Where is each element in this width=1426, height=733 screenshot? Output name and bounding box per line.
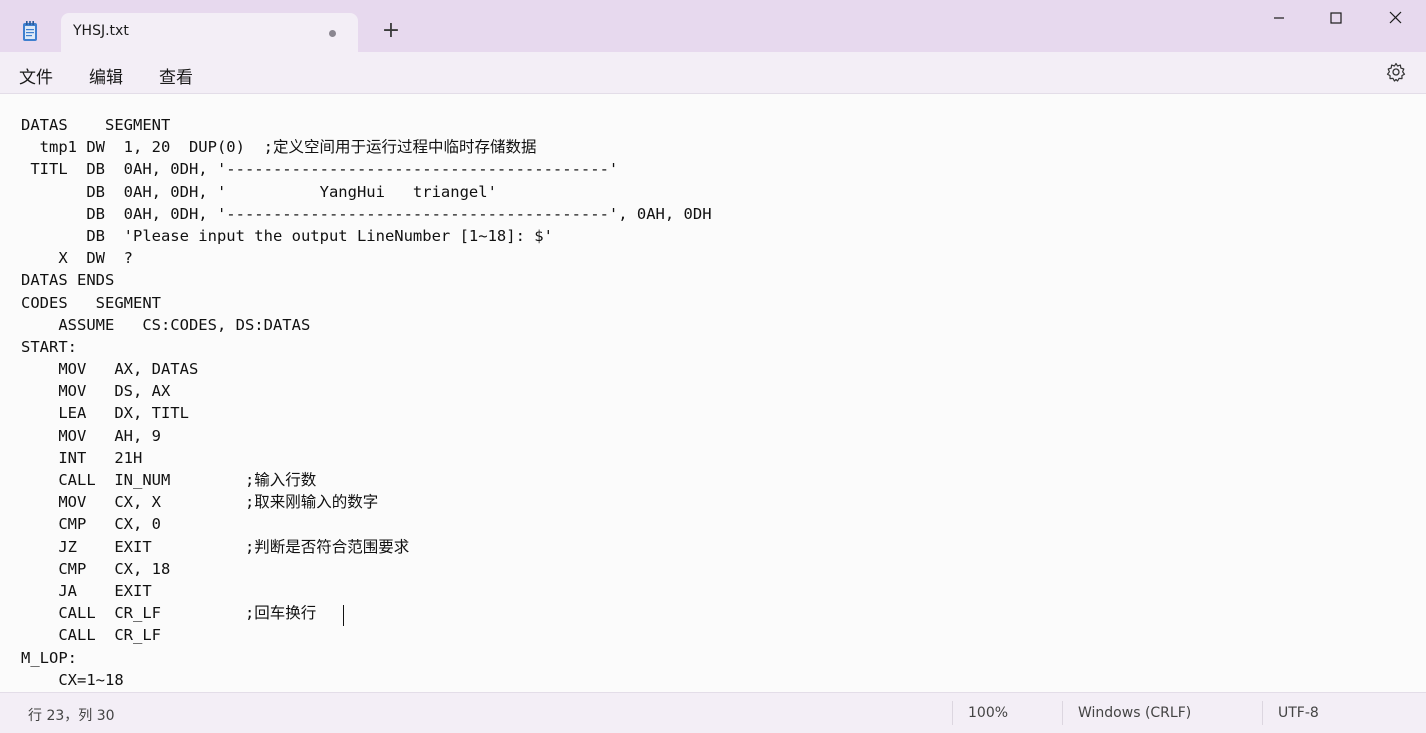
menu-bar: 文件 编辑 查看 <box>0 52 1426 94</box>
close-icon <box>1389 11 1401 24</box>
tab-yhsj[interactable]: YHSJ.txt <box>61 13 358 52</box>
code-line: CX=1~18 <box>21 670 124 689</box>
cursor-position: 行 23，列 30 <box>28 708 115 724</box>
notepad-app-icon <box>23 21 37 41</box>
code-text: DATAS SEGMENT tmp1 DW 1, 20 DUP(0) ;定义空间… <box>21 114 712 691</box>
status-divider <box>1262 701 1263 725</box>
menu-edit[interactable]: 编辑 <box>89 63 123 88</box>
minimize-button[interactable] <box>1259 6 1299 32</box>
code-line: X DW ? <box>21 249 133 268</box>
code-line: M_LOP: <box>21 648 77 667</box>
code-line: DB 0AH, 0DH, ' YangHui triangel' <box>21 182 497 201</box>
code-line: DB 'Please input the output LineNumber [… <box>21 226 553 245</box>
code-line: JZ EXIT ;判断是否符合范围要求 <box>21 537 410 556</box>
zoom-level[interactable]: 100% <box>968 705 1008 721</box>
code-line: MOV AX, DATAS <box>21 360 199 379</box>
code-line: CMP CX, 18 <box>21 559 171 578</box>
unsaved-indicator-icon[interactable] <box>329 30 336 37</box>
text-editor[interactable]: DATAS SEGMENT tmp1 DW 1, 20 DUP(0) ;定义空间… <box>0 94 1426 692</box>
menu-file[interactable]: 文件 <box>19 63 53 88</box>
code-line: CALL CR_LF ;回车换行 <box>21 604 317 623</box>
settings-gear-icon[interactable] <box>1386 62 1406 82</box>
status-bar: 行 23，列 30 100% Windows (CRLF) UTF-8 <box>0 692 1426 733</box>
code-line: DB 0AH, 0DH, '--------------------------… <box>21 204 712 223</box>
maximize-icon <box>1330 12 1342 24</box>
maximize-button[interactable] <box>1316 6 1356 32</box>
minimize-icon <box>1274 17 1284 19</box>
notepad-window: YHSJ.txt + 文件 编辑 查看 DATAS SEGMENT tmp1 D… <box>0 0 1426 733</box>
menu-view[interactable]: 查看 <box>159 63 193 88</box>
code-line: CALL CR_LF <box>21 626 161 645</box>
title-bar: YHSJ.txt + <box>0 0 1426 52</box>
tab-title: YHSJ.txt <box>73 23 129 39</box>
code-line: START: <box>21 337 77 356</box>
code-line: LEA DX, TITL <box>21 404 189 423</box>
code-line: ASSUME CS:CODES, DS:DATAS <box>21 315 311 334</box>
encoding[interactable]: UTF-8 <box>1278 705 1319 721</box>
code-line: TITL DB 0AH, 0DH, '---------------------… <box>21 160 619 179</box>
code-line: MOV AH, 9 <box>21 426 161 445</box>
line-ending[interactable]: Windows (CRLF) <box>1078 705 1191 721</box>
code-line: MOV CX, X ;取来刚输入的数字 <box>21 493 379 512</box>
code-line: MOV DS, AX <box>21 382 171 401</box>
code-line: tmp1 DW 1, 20 DUP(0) ;定义空间用于运行过程中临时存储数据 <box>21 138 537 157</box>
code-line: CMP CX, 0 <box>21 515 161 534</box>
close-button[interactable] <box>1375 6 1415 32</box>
text-caret <box>343 605 344 626</box>
code-line: JA EXIT <box>21 581 152 600</box>
status-divider <box>1062 701 1063 725</box>
code-line: INT 21H <box>21 448 143 467</box>
status-divider <box>952 701 953 725</box>
code-line: DATAS ENDS <box>21 271 115 290</box>
code-line: DATAS SEGMENT <box>21 116 171 134</box>
code-line: CODES SEGMENT <box>21 293 161 312</box>
new-tab-button[interactable]: + <box>379 20 403 44</box>
code-line: CALL IN_NUM ;输入行数 <box>21 471 317 489</box>
